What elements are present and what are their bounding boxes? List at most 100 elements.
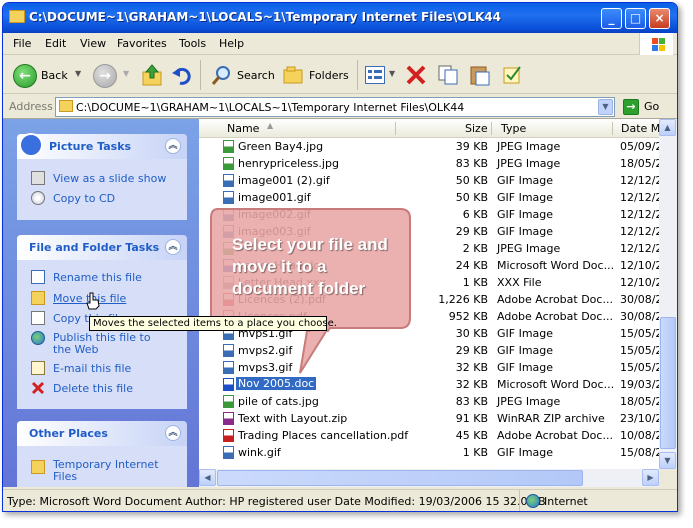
file-row[interactable]: Nov 2005.doc 32 KB Microsoft Word Doc... 19… [199, 376, 669, 393]
globe-icon [31, 331, 45, 345]
file-size: 83 KB [455, 157, 488, 170]
gif-file-icon [223, 344, 234, 357]
file-row[interactable]: image001 (2).gif 50 KB GIF Image 12/12/20 [199, 172, 669, 189]
windows-logo-icon [639, 33, 673, 55]
toolbar: ← Back ▼ → ▼ Search Folders ▼ [3, 56, 677, 94]
scroll-left-icon[interactable]: ◀ [199, 469, 216, 486]
file-row[interactable]: Green Bay4.jpg 39 KB JPEG Image 05/09/20 [199, 138, 669, 155]
file-row[interactable]: wink.gif 1 KB GIF Image 15/08/20 [199, 444, 669, 461]
copy-file-icon [31, 311, 45, 325]
task-pane: Picture Tasks ︽ View as a slide show Cop… [3, 119, 199, 487]
column-name[interactable]: Name [227, 122, 259, 135]
file-size: 6 KB [462, 208, 488, 221]
properties-icon[interactable] [501, 64, 523, 86]
scroll-up-icon[interactable]: ▲ [659, 119, 676, 136]
file-name: image001 (2).gif [238, 174, 330, 187]
back-dropdown-icon[interactable]: ▼ [75, 69, 81, 78]
close-button[interactable]: × [649, 8, 670, 29]
task-label: E-mail this file [53, 362, 132, 375]
forward-dropdown-icon[interactable]: ▼ [123, 69, 129, 78]
column-header: Name ▲ Size Type Date Mo [199, 119, 667, 138]
file-size: 2 KB [462, 242, 488, 255]
title-bar[interactable]: C:\DOCUME~1\GRAHAM~1\LOCALS~1\Temporary … [3, 3, 677, 33]
jpg-file-icon [223, 157, 234, 170]
go-arrow-icon[interactable]: → [623, 99, 639, 115]
column-type[interactable]: Type [501, 122, 526, 135]
task-label: View as a slide show [53, 172, 167, 185]
vertical-scroll-thumb[interactable] [660, 317, 676, 449]
search-button-label[interactable]: Search [237, 69, 275, 82]
column-separator[interactable] [612, 122, 613, 135]
file-size: 1,226 KB [438, 293, 488, 306]
column-separator[interactable] [491, 122, 492, 135]
column-separator[interactable] [395, 122, 396, 135]
file-row[interactable]: mvps2.gif 29 KB GIF Image 15/05/20 [199, 342, 669, 359]
horizontal-scrollbar[interactable]: ◀ ▶ [199, 469, 659, 487]
undo-icon[interactable] [171, 64, 193, 86]
menu-view[interactable]: View [80, 37, 106, 50]
file-size: 30 KB [455, 327, 488, 340]
file-row[interactable]: pile of cats.jpg 83 KB JPEG Image 18/05/20 [199, 393, 669, 410]
file-row[interactable]: image001.gif 50 KB GIF Image 12/12/20 [199, 189, 669, 206]
file-type: GIF Image [497, 225, 554, 238]
jpg-file-icon [223, 395, 234, 408]
horizontal-scroll-thumb[interactable] [217, 470, 583, 486]
copy-icon[interactable] [437, 64, 459, 86]
menu-favorites[interactable]: Favorites [117, 37, 167, 50]
file-size: 952 KB [448, 310, 488, 323]
scroll-right-icon[interactable]: ▶ [642, 469, 659, 486]
menu-file[interactable]: File [13, 37, 31, 50]
status-text: Type: Microsoft Word Document Author: HP… [7, 495, 546, 508]
views-icon[interactable] [365, 66, 385, 84]
file-name: image001.gif [238, 191, 311, 204]
scroll-down-icon[interactable]: ▼ [659, 452, 676, 469]
search-icon[interactable] [211, 64, 233, 86]
vertical-scrollbar[interactable]: ▲ ▼ [659, 119, 677, 469]
delete-x-icon[interactable] [405, 64, 427, 86]
file-row[interactable]: mvps3.gif 32 KB GIF Image 15/05/20 [199, 359, 669, 376]
go-button-label[interactable]: Go [644, 100, 659, 113]
file-row[interactable]: Trading Places cancellation.pdf 45 KB Adob… [199, 427, 669, 444]
folders-button-label[interactable]: Folders [309, 69, 349, 82]
views-dropdown-icon[interactable]: ▼ [389, 69, 395, 78]
instruction-callout: Select your file and move it to a docume… [210, 208, 412, 332]
address-dropdown-icon[interactable]: ▼ [598, 99, 613, 115]
folders-icon[interactable] [283, 65, 305, 85]
address-label: Address [9, 100, 53, 113]
menu-tools[interactable]: Tools [179, 37, 206, 50]
gif-file-icon [223, 446, 234, 459]
back-button-label[interactable]: Back [41, 69, 68, 82]
picture-tasks-header[interactable]: Picture Tasks ︽ [17, 133, 187, 159]
file-size: 50 KB [455, 174, 488, 187]
maximize-button[interactable]: □ [625, 8, 646, 29]
file-type: GIF Image [497, 446, 554, 459]
other-places-header[interactable]: Other Places ︽ [17, 421, 187, 446]
callout-pointer [290, 325, 330, 374]
file-type: JPEG Image [497, 242, 561, 255]
forward-arrow-icon[interactable]: → [93, 64, 117, 88]
address-value: C:\DOCUME~1\GRAHAM~1\LOCALS~1\Temporary … [76, 101, 465, 114]
menu-bar: File Edit View Favorites Tools Help [3, 33, 677, 55]
file-type: JPEG Image [497, 395, 561, 408]
file-row[interactable]: henrypriceless.jpg 83 KB JPEG Image 18/05/2… [199, 155, 669, 172]
file-type: GIF Image [497, 327, 554, 340]
minimize-button[interactable]: _ [601, 8, 622, 29]
column-size[interactable]: Size [465, 122, 488, 135]
collapse-chevron-icon[interactable]: ︽ [165, 425, 181, 441]
menu-edit[interactable]: Edit [45, 37, 66, 50]
collapse-chevron-icon[interactable]: ︽ [165, 239, 181, 255]
collapse-chevron-icon[interactable]: ︽ [165, 138, 181, 154]
status-zone: Internet [519, 490, 677, 511]
back-arrow-icon[interactable]: ← [13, 64, 37, 88]
gif-file-icon [223, 174, 234, 187]
file-folder-tasks-header[interactable]: File and Folder Tasks ︽ [17, 235, 187, 260]
envelope-icon [31, 361, 45, 375]
paste-icon[interactable] [469, 64, 491, 86]
file-size: 24 KB [455, 259, 488, 272]
file-size: 1 KB [462, 276, 488, 289]
up-folder-icon[interactable] [141, 63, 163, 87]
menu-help[interactable]: Help [219, 37, 244, 50]
file-type: Microsoft Word Doc... [497, 378, 615, 391]
address-field[interactable]: C:\DOCUME~1\GRAHAM~1\LOCALS~1\Temporary … [55, 97, 615, 117]
file-row[interactable]: Text with Layout.zip 91 KB WinRAR ZIP arch… [199, 410, 669, 427]
